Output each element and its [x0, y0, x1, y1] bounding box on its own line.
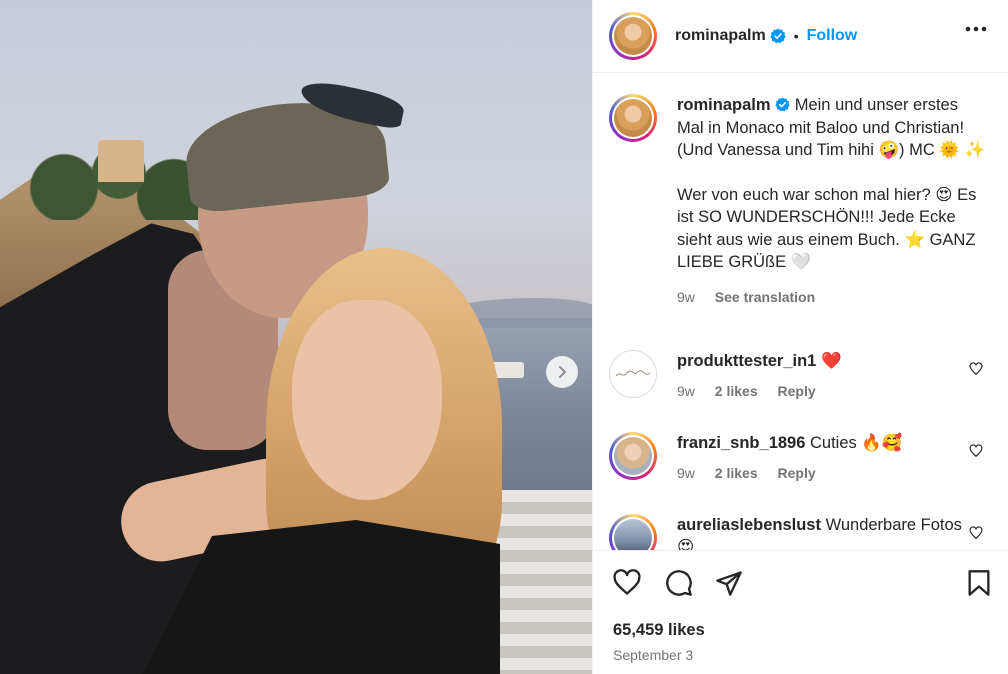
more-options-icon[interactable]	[965, 26, 987, 32]
comment-like-heart-icon[interactable]	[969, 526, 983, 540]
comment-item: aureliaslebenslust Wunderbare Fotos 😍	[609, 514, 999, 550]
share-icon[interactable]	[715, 569, 743, 597]
chevron-right-icon	[559, 366, 566, 378]
caption-username[interactable]: rominapalm	[677, 96, 771, 114]
comment-text: Cuties 🔥🥰	[810, 434, 903, 452]
comment-item: produkttester_in1 ❤️ 9w 2 likes Reply	[609, 350, 999, 402]
post-actions: 65,459 likes September 3	[593, 550, 1008, 674]
separator-dot: •	[793, 28, 799, 44]
avatar-image	[614, 99, 652, 137]
comment-item: franzi_snb_1896 Cuties 🔥🥰 9w 2 likes Rep…	[609, 432, 999, 484]
caption-meta: 9w See translation	[677, 286, 987, 309]
post-header: rominapalm • Follow	[593, 0, 1008, 73]
avatar-image	[614, 437, 652, 475]
author-username[interactable]: rominapalm	[675, 27, 766, 45]
commenter-username[interactable]: aureliaslebenslust	[677, 516, 821, 534]
commenter-username[interactable]: franzi_snb_1896	[677, 434, 805, 452]
comment-meta: 9w 2 likes Reply	[677, 462, 977, 484]
signature-logo-icon	[615, 370, 651, 377]
avatar-image	[614, 519, 652, 550]
commenter-avatar[interactable]	[609, 514, 657, 550]
comment-text: ❤️	[820, 352, 842, 370]
commenter-avatar[interactable]	[609, 432, 657, 480]
post-caption: rominapalm Mein und unser erstes Mal in …	[609, 94, 999, 308]
reply-button[interactable]: Reply	[778, 465, 816, 481]
caption-text-2: Wer von euch war schon mal hier? 😍 Es is…	[677, 185, 977, 272]
author-avatar[interactable]	[609, 12, 657, 60]
caption-avatar[interactable]	[609, 94, 657, 142]
verified-badge-icon	[775, 97, 790, 112]
comment-likes-link[interactable]: 2 likes	[715, 383, 758, 399]
comment-like-heart-icon[interactable]	[969, 444, 983, 458]
photo-woman-face	[292, 300, 442, 500]
follow-button[interactable]: Follow	[807, 27, 858, 45]
caption-body: rominapalm Mein und unser erstes Mal in …	[677, 94, 987, 162]
photo-building	[98, 140, 144, 182]
comment-meta: 9w 2 likes Reply	[677, 380, 977, 402]
likes-count[interactable]: 65,459 likes	[613, 621, 705, 640]
commenter-username[interactable]: produkttester_in1	[677, 352, 816, 370]
verified-badge-icon	[770, 28, 786, 44]
comment-likes-link[interactable]: 2 likes	[715, 465, 758, 481]
post-panel: rominapalm • Follow rominapalm Mein und …	[592, 0, 1008, 674]
comment-age: 9w	[677, 465, 695, 481]
see-translation-link[interactable]: See translation	[715, 289, 815, 305]
comment-like-heart-icon[interactable]	[969, 362, 983, 376]
reply-button[interactable]: Reply	[778, 383, 816, 399]
next-photo-button[interactable]	[546, 356, 578, 388]
heart-icon[interactable]	[613, 569, 641, 597]
bookmark-icon[interactable]	[965, 569, 993, 597]
commenter-avatar[interactable]	[609, 350, 657, 398]
caption-age: 9w	[677, 288, 695, 305]
comments-section[interactable]: rominapalm Mein und unser erstes Mal in …	[593, 74, 1008, 550]
comment-icon[interactable]	[665, 569, 693, 597]
comment-age: 9w	[677, 383, 695, 399]
avatar-image	[614, 17, 652, 55]
post-photo[interactable]	[0, 0, 592, 674]
post-date[interactable]: September 3	[613, 647, 693, 663]
